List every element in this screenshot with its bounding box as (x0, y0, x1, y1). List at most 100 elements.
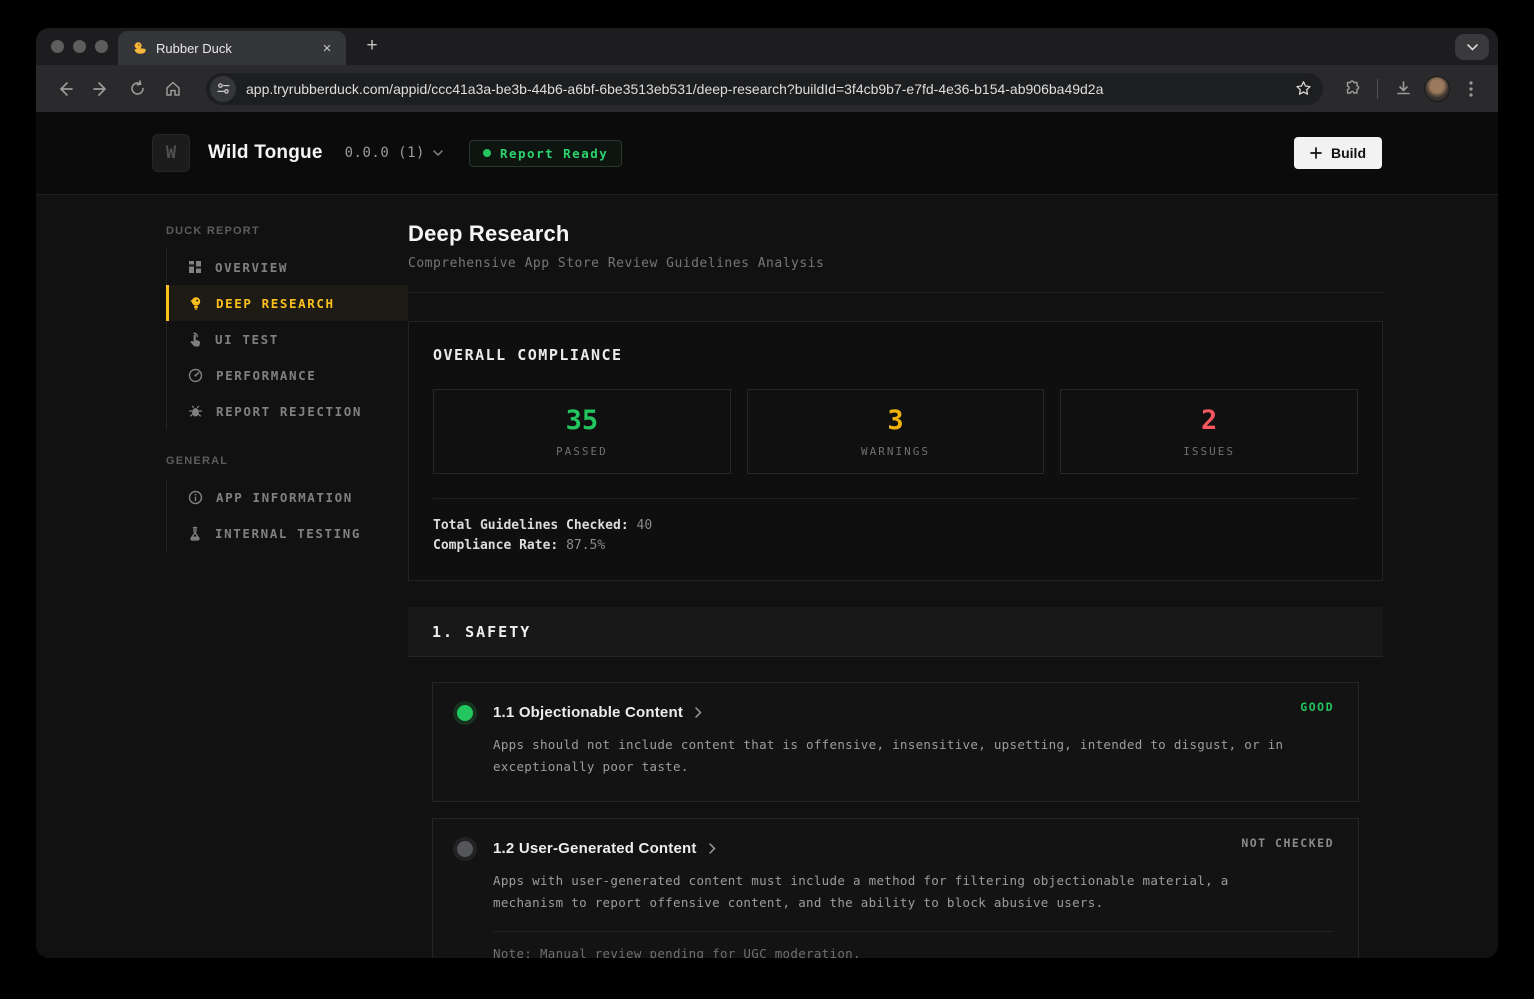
puzzle-icon (1344, 80, 1361, 97)
back-arrow-icon (56, 80, 74, 98)
info-icon (188, 490, 203, 505)
reload-button[interactable] (122, 74, 152, 104)
app-name: Wild Tongue (208, 142, 323, 164)
stat-issues: 2 ISSUES (1060, 389, 1358, 474)
sidebar-item-label: OVERVIEW (215, 260, 288, 275)
home-button[interactable] (158, 74, 188, 104)
report-status-badge: Report Ready (469, 140, 622, 167)
sidebar-item-ui-test[interactable]: UI TEST (167, 321, 408, 357)
page-subtitle: Comprehensive App Store Review Guideline… (408, 256, 1383, 271)
traffic-lights (51, 40, 108, 53)
compliance-card-title: OVERALL COMPLIANCE (433, 346, 1358, 364)
status-dot-neutral-icon (457, 841, 473, 857)
page-body: DUCK REPORT OVERVIEW DEEP RESEARCH UI TE… (36, 195, 1498, 958)
sidebar-item-report-rejection[interactable]: REPORT REJECTION (167, 393, 408, 429)
passed-count: 35 (566, 405, 599, 436)
stat-warnings: 3 WARNINGS (747, 389, 1045, 474)
build-button[interactable]: Build (1294, 137, 1382, 169)
warnings-count: 3 (887, 405, 903, 436)
flask-icon (188, 526, 202, 541)
sidebar-menu-duck-report: OVERVIEW DEEP RESEARCH UI TEST PERFORMAN… (166, 249, 408, 429)
total-guidelines-row: Total Guidelines Checked: 40 (433, 516, 1358, 536)
version-selector[interactable]: 0.0.0 (1) (345, 145, 425, 161)
back-button[interactable] (50, 74, 80, 104)
sidebar-item-label: UI TEST (215, 332, 279, 347)
bug-icon (188, 404, 203, 419)
guideline-card-1-1[interactable]: 1.1 Objectionable Content GOOD Apps shou… (432, 682, 1359, 802)
forward-arrow-icon (92, 80, 110, 98)
page-title: Deep Research (408, 221, 1383, 247)
guideline-title: 1.2 User-Generated Content (493, 840, 697, 857)
compliance-rate-label: Compliance Rate: (433, 538, 558, 553)
divider (433, 498, 1358, 499)
extensions-button[interactable] (1337, 74, 1367, 104)
build-button-label: Build (1331, 145, 1366, 161)
compliance-rate-value: 87.5% (566, 538, 605, 553)
overall-compliance-card: OVERALL COMPLIANCE 35 PASSED 3 WARNINGS … (408, 321, 1383, 581)
status-badge-label: Report Ready (500, 146, 608, 161)
grid-icon (188, 260, 202, 274)
speedometer-icon (188, 368, 203, 383)
reload-icon (129, 80, 146, 97)
tap-pointer-icon (188, 332, 202, 347)
guideline-status: GOOD (1300, 700, 1334, 714)
browser-tab[interactable]: Rubber Duck × (118, 31, 346, 65)
bookmark-star-icon[interactable] (1289, 75, 1317, 103)
sidebar-item-label: PERFORMANCE (216, 368, 316, 383)
minimize-window-button[interactable] (73, 40, 86, 53)
tab-close-icon[interactable]: × (318, 39, 336, 57)
divider (408, 292, 1383, 293)
total-guidelines-label: Total Guidelines Checked: (433, 518, 629, 533)
guideline-card-1-2[interactable]: 1.2 User-Generated Content NOT CHECKED A… (432, 818, 1359, 958)
sidebar-item-deep-research[interactable]: DEEP RESEARCH (167, 285, 408, 321)
url-text[interactable]: app.tryrubberduck.com/appid/ccc41a3a-be3… (246, 81, 1279, 97)
kebab-menu-icon (1469, 81, 1473, 97)
guideline-title: 1.1 Objectionable Content (493, 704, 683, 721)
maximize-window-button[interactable] (95, 40, 108, 53)
safety-section-body: 1.1 Objectionable Content GOOD Apps shou… (408, 657, 1383, 958)
issues-label: ISSUES (1183, 445, 1235, 458)
sidebar-item-performance[interactable]: PERFORMANCE (167, 357, 408, 393)
new-tab-button[interactable]: + (360, 34, 384, 58)
sidebar-section-title: GENERAL (166, 455, 408, 467)
app-logo: W (152, 134, 190, 172)
status-dot-good-icon (457, 705, 473, 721)
close-window-button[interactable] (51, 40, 64, 53)
toolbar-separator (1377, 79, 1378, 99)
url-bar[interactable]: app.tryrubberduck.com/appid/ccc41a3a-be3… (206, 73, 1323, 105)
sidebar-item-overview[interactable]: OVERVIEW (167, 249, 408, 285)
tab-title: Rubber Duck (156, 41, 310, 56)
guideline-description: Apps should not include content that is … (493, 734, 1293, 778)
rubber-duck-favicon (132, 40, 148, 56)
sidebar: DUCK REPORT OVERVIEW DEEP RESEARCH UI TE… (166, 195, 408, 958)
guideline-note: Note: Manual review pending for UGC mode… (493, 931, 1334, 958)
site-settings-icon[interactable] (210, 76, 236, 102)
tab-strip: Rubber Duck × + (36, 28, 1498, 65)
main-content: Deep Research Comprehensive App Store Re… (408, 195, 1383, 958)
sidebar-section-title: DUCK REPORT (166, 225, 408, 237)
warnings-label: WARNINGS (861, 445, 930, 458)
profile-avatar[interactable] (1424, 76, 1450, 102)
safety-section-title: 1. SAFETY (432, 623, 531, 641)
browser-menu-button[interactable] (1456, 74, 1486, 104)
app-header: W Wild Tongue 0.0.0 (1) Report Ready Bui… (36, 112, 1498, 195)
stat-passed: 35 PASSED (433, 389, 731, 474)
sidebar-item-label: APP INFORMATION (216, 490, 353, 505)
plus-icon (1310, 147, 1322, 159)
browser-window: Rubber Duck × + app.tryrubberduck.com/ap… (36, 28, 1498, 958)
chevron-down-icon (1467, 44, 1478, 51)
app-logo-glyph: W (166, 143, 176, 163)
duck-lightbulb-icon (188, 296, 203, 311)
downloads-button[interactable] (1388, 74, 1418, 104)
sidebar-item-app-information[interactable]: APP INFORMATION (167, 479, 408, 515)
chevron-right-icon (695, 707, 702, 718)
chevron-right-icon (709, 843, 716, 854)
sidebar-menu-general: APP INFORMATION INTERNAL TESTING (166, 479, 408, 551)
version-chevron-icon[interactable] (433, 150, 443, 156)
sidebar-item-label: REPORT REJECTION (216, 404, 362, 419)
guideline-description: Apps with user-generated content must in… (493, 870, 1293, 914)
passed-label: PASSED (556, 445, 608, 458)
sidebar-item-internal-testing[interactable]: INTERNAL TESTING (167, 515, 408, 551)
tab-search-chevron-button[interactable] (1455, 34, 1489, 60)
forward-button[interactable] (86, 74, 116, 104)
